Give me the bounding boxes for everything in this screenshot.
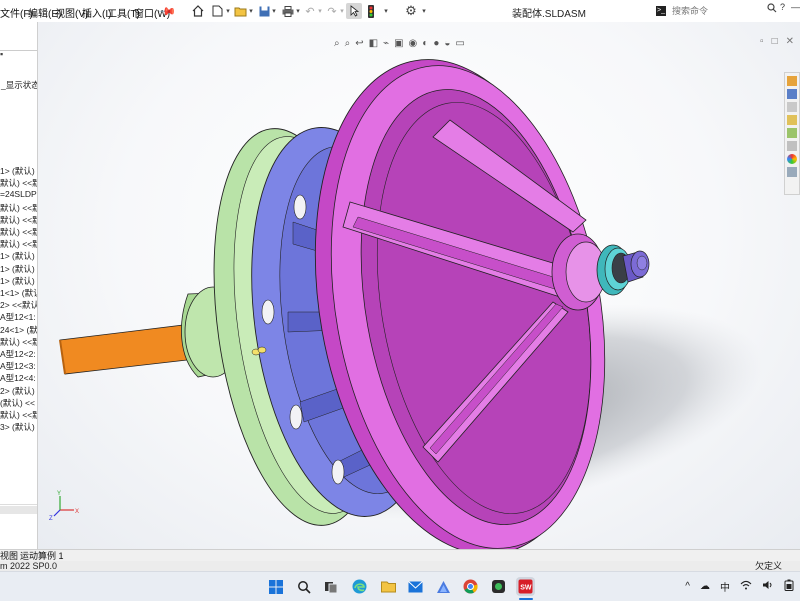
tree-item[interactable]: 1> (默认) <box>0 165 35 177</box>
tree-item[interactable]: 默认) <<默 <box>0 238 37 250</box>
chrome-icon[interactable] <box>461 577 480 596</box>
help-icon[interactable]: ? <box>780 2 785 12</box>
tree-item[interactable]: 默认) <<默 <box>0 409 37 421</box>
tree-item[interactable]: A型12<4: <box>0 372 36 384</box>
feature-manager-tree: ▪ _显示状态 1> (默认) 默认) <<默 =24SLDP 默认) <<默 默认) … <box>0 22 38 549</box>
tree-item[interactable]: 24<1> (默 <box>0 324 37 336</box>
svg-text:X: X <box>75 509 79 515</box>
tree-item[interactable]: A型12<3: <box>0 360 36 372</box>
status-bar: m 2022 SP0.0 欠定义 <box>0 561 800 571</box>
system-tray: ^ ☁ 中 <box>685 579 794 594</box>
minimize-icon[interactable]: — <box>791 2 800 12</box>
chevron-down-icon[interactable]: ▾ <box>270 3 278 19</box>
home-icon[interactable] <box>190 3 206 19</box>
mail-icon[interactable] <box>406 577 425 596</box>
tree-item[interactable]: 2> (默认) <box>0 385 35 397</box>
pin-icon[interactable]: ▪ <box>0 49 3 59</box>
redo-icon[interactable]: ↷ <box>326 3 338 19</box>
coordinate-triad: X Y Z <box>49 491 79 522</box>
tree-item[interactable]: 1> (默认) <box>0 263 35 275</box>
tree-item[interactable]: 默认) <<默 <box>0 214 37 226</box>
open-folder-icon[interactable] <box>233 3 247 19</box>
chevron-down-icon[interactable]: ▾ <box>420 3 428 19</box>
svg-text:Z: Z <box>49 516 53 522</box>
solidworks-icon[interactable]: SW <box>516 577 535 596</box>
tree-item[interactable]: 1<1> (默认 <box>0 287 37 299</box>
tree-item[interactable]: =24SLDP <box>0 189 37 199</box>
horizontal-scrollbar[interactable] <box>0 506 37 514</box>
chevron-down-icon[interactable]: ▾ <box>382 3 390 19</box>
assembly-model[interactable]: X Y Z <box>38 22 800 549</box>
windows-taskbar: SW ^ ☁ 中 <box>0 571 800 601</box>
tree-item[interactable]: (默认) << <box>0 397 35 409</box>
search-placeholder: 搜索命令 <box>672 6 709 16</box>
print-icon[interactable] <box>281 3 295 19</box>
volume-icon[interactable] <box>762 580 774 593</box>
edge-icon[interactable] <box>350 577 369 596</box>
chevron-down-icon[interactable]: ▾ <box>294 3 302 19</box>
command-prompt-icon: >_ <box>656 5 666 16</box>
traffic-light-icon[interactable] <box>366 3 376 19</box>
search-icon[interactable] <box>767 2 777 16</box>
version-text: m 2022 SP0.0 <box>0 561 58 571</box>
tree-item[interactable]: 默认) <<默 <box>0 336 37 348</box>
tree-item[interactable]: 3> (默认) <box>0 421 35 433</box>
display-state-label: _显示状态 <box>1 80 38 90</box>
document-title: 装配体.SLDASM <box>512 9 586 20</box>
cloud-icon[interactable]: ☁ <box>700 581 710 592</box>
chevron-down-icon[interactable]: ▾ <box>247 3 255 19</box>
tree-item[interactable]: 默认) <<默 <box>0 202 37 214</box>
gear-icon[interactable]: ⚙ <box>404 3 418 19</box>
save-icon[interactable] <box>257 3 271 19</box>
chevron-down-icon[interactable]: ▾ <box>224 3 232 19</box>
svg-text:SW: SW <box>520 585 532 592</box>
graphics-area[interactable]: ⌕ ⌕ ↩ ◧ ⌁ ▣ ◉ ◐ ● ◒ ▭ ▫ □ ✕ X Y Z <box>38 22 800 549</box>
tree-item[interactable]: 1> (默认) <box>0 275 35 287</box>
task-view-icon[interactable] <box>321 577 340 596</box>
tree-item[interactable]: A型12<2: <box>0 348 36 360</box>
search-input[interactable]: >_ 搜索命令 <box>656 3 760 18</box>
windows-start-icon[interactable] <box>266 577 285 596</box>
tree-item[interactable]: 2> <<默认> <box>0 299 37 311</box>
search-icon[interactable] <box>294 577 313 596</box>
undo-icon[interactable]: ↶ <box>304 3 316 19</box>
tray-chevron[interactable]: ^ <box>685 581 690 592</box>
new-document-icon[interactable] <box>210 3 224 19</box>
input-method[interactable]: 中 <box>720 579 730 594</box>
definition-status: 欠定义 <box>754 561 782 571</box>
folder-icon[interactable] <box>379 577 398 596</box>
app-icon[interactable] <box>489 577 508 596</box>
tree-item[interactable]: 默认) <<默 <box>0 177 37 189</box>
store-icon[interactable] <box>434 577 453 596</box>
wifi-icon[interactable] <box>740 580 752 593</box>
select-cursor-icon[interactable] <box>346 3 362 19</box>
battery-icon[interactable] <box>784 579 794 594</box>
chevron-down-icon[interactable]: ▾ <box>316 3 324 19</box>
title-bar: 文件(F) 编辑(E) 视图(V) 插入(I) 工具(T) 窗口(W) 📌 ▾ … <box>0 0 800 23</box>
tree-item[interactable]: A型12<1: <box>0 311 36 323</box>
bearing-nut[interactable] <box>596 244 650 296</box>
tree-item[interactable]: 1> (默认) <box>0 250 35 262</box>
tree-item[interactable]: 默认) <<默 <box>0 226 37 238</box>
chevron-down-icon[interactable]: ▾ <box>338 3 346 19</box>
svg-text:Y: Y <box>57 491 61 497</box>
